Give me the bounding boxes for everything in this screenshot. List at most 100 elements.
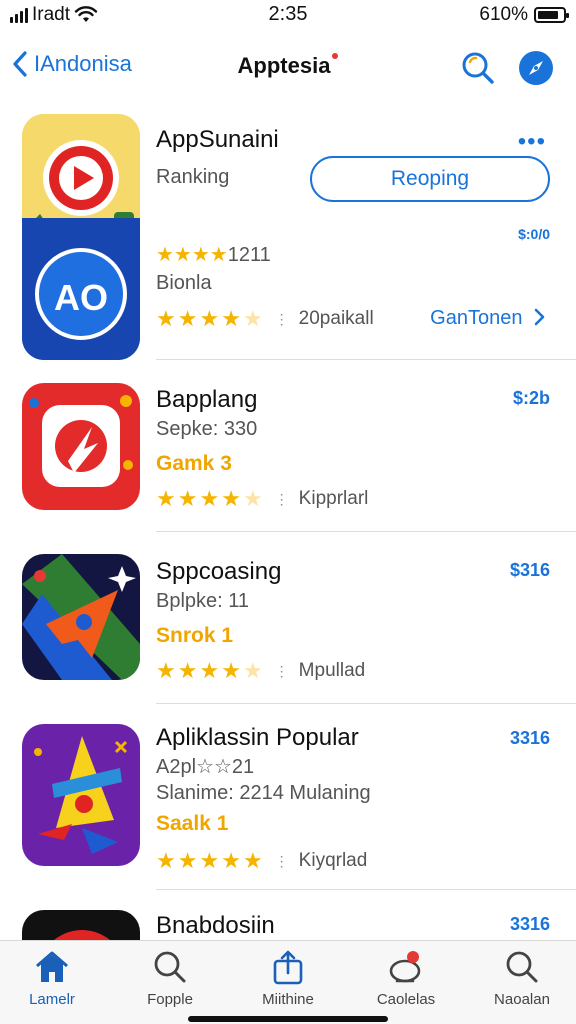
app-icon (22, 554, 140, 680)
app-tag: Snrok 1 (156, 624, 234, 647)
app-price: 3316 (509, 914, 550, 934)
featured-app-second-icon: AO (22, 218, 140, 360)
star-icon: ★ (156, 848, 176, 873)
separator: ⋮ (274, 310, 289, 327)
featured-stars-label: 20paikall (298, 308, 374, 329)
tab-label: Fopple (147, 991, 193, 1008)
star-icon: ★ (177, 848, 198, 873)
bird-app-icon (22, 724, 140, 866)
app-name: Apliklassin Popular (156, 724, 359, 751)
app-stars: ★ ★ ★ ★ ★ ⋮ Kiyqrlad (156, 850, 367, 872)
dark-app-icon (22, 910, 140, 940)
star-icon: ★ (221, 486, 241, 511)
half-star-icon: ★ (242, 306, 263, 331)
app-row[interactable]: Bnabdosiin 3316 (0, 908, 576, 940)
page-title-text: Apptesia (237, 53, 331, 78)
tab-search[interactable]: Fopple (122, 949, 218, 1008)
star-icon: ★ (221, 848, 241, 873)
app-stars: ★ ★ ★ ★ ★ ⋮ Kipprlarl (156, 488, 368, 510)
app-stars-label: Mpullad (298, 660, 366, 681)
search-button[interactable] (458, 48, 498, 88)
app-price: 3316 (509, 728, 550, 748)
search-icon (462, 52, 494, 84)
tab-share[interactable]: Miithine (240, 949, 336, 1008)
featured-app-price: $:0/0 (518, 226, 550, 242)
more-options-button[interactable]: ••• (518, 128, 546, 156)
app-name: Bapplang (156, 386, 258, 413)
app-stars-label: Kiyqrlad (298, 850, 368, 871)
star-icon: ★ (199, 306, 220, 331)
tab-bar: Lamelr Fopple Miithine Caolelas Naoalan (0, 940, 576, 1024)
home-indicator (188, 1016, 388, 1022)
navigation-bar: IAndonisa Apptesia (0, 40, 576, 96)
search-icon (154, 951, 186, 983)
tab-label: Lamelr (29, 991, 75, 1008)
star-icon: ★ (199, 486, 220, 511)
featured-app-category: Bionla (156, 272, 212, 294)
app-tag: Saalk 1 (156, 812, 229, 835)
app-row[interactable]: Apliklassin Popular A2pl☆☆21 Slanime: 22… (0, 722, 576, 892)
tab-label: Caolelas (376, 991, 436, 1008)
app-icon (22, 383, 140, 510)
star-icon: ★ (199, 848, 220, 873)
featured-app-subtitle: Ranking (156, 166, 230, 188)
red-app-icon (22, 383, 140, 510)
app-icon (22, 910, 140, 940)
divider (156, 889, 576, 890)
app-price: $:2b (512, 388, 550, 408)
compass-button[interactable] (516, 48, 556, 88)
featured-app-name: AppSunaini (156, 126, 279, 153)
tab-label: Naoalan (494, 991, 550, 1008)
app-price: $316 (509, 560, 550, 580)
chevron-right-icon (534, 308, 545, 326)
home-icon (36, 951, 68, 982)
app-stars: ★ ★ ★ ★ ★ ⋮ Mpullad (156, 660, 365, 682)
tab-search-secondary[interactable]: Naoalan (474, 949, 570, 1008)
half-star-icon: ★ (242, 486, 263, 511)
tab-notifications[interactable]: Caolelas (358, 949, 454, 1008)
app-info: A2pl☆☆21 (156, 756, 255, 778)
star-icon: ★ (242, 848, 263, 873)
battery-fill (538, 11, 559, 19)
separator: ⋮ (274, 662, 289, 679)
svg-text:AO: AO (54, 277, 108, 318)
app-name: Bnabdosiin (156, 912, 275, 939)
app-row[interactable]: Sppcoasing Bplpke: 11 Snrok 1 ★ ★ ★ ★ ★ … (0, 552, 576, 712)
separator: ⋮ (274, 852, 289, 869)
app-row[interactable]: Bapplang Sepke: 330 Gamk 3 ★ ★ ★ ★ ★ ⋮ K… (0, 380, 576, 540)
star-icon: ★ (177, 486, 198, 511)
app-name: Sppcoasing (156, 558, 282, 585)
featured-stars: ★ ★ ★ ★ ★ ⋮ 20paikall (156, 308, 374, 330)
app-list: AO AppSunaini Ranking ••• Reoping $:0/0 … (0, 110, 576, 940)
featured-action-button[interactable]: Reoping (310, 156, 550, 202)
star-icon: ★ (221, 658, 241, 683)
star-icon: ★ (156, 306, 176, 331)
featured-rating-text: ★★★★1211 (156, 242, 271, 267)
tab-home[interactable]: Lamelr (4, 949, 100, 1008)
star-icon: ★ (221, 306, 241, 331)
status-bar: Iradt 2:35 610% (0, 0, 576, 30)
divider (156, 531, 576, 532)
battery-percent: 610% (479, 4, 528, 25)
app-tag: Gamk 3 (156, 452, 232, 475)
tab-label: Miithine (262, 991, 314, 1008)
star-icon: ★ (156, 658, 176, 683)
featured-link-label: GanTonen (430, 307, 523, 329)
divider (156, 359, 576, 360)
rocket-app-icon (22, 554, 140, 680)
app-stars-label: Kipprlarl (298, 488, 369, 509)
app-icon (22, 724, 140, 866)
divider (156, 703, 576, 704)
featured-link[interactable]: GanTonen (430, 307, 546, 330)
featured-rating-stars: ★★★★ (156, 244, 228, 266)
featured-app[interactable]: AO AppSunaini Ranking ••• Reoping $:0/0 … (0, 110, 576, 360)
star-icon: ★ (177, 306, 198, 331)
separator: ⋮ (274, 490, 289, 507)
battery-icon (534, 7, 569, 23)
compass-icon (519, 51, 553, 85)
app-info: Sepke: 330 (156, 418, 258, 440)
notification-icon (389, 951, 421, 983)
half-star-icon: ★ (242, 658, 263, 683)
notification-dot (332, 53, 339, 59)
star-icon: ★ (199, 658, 220, 683)
